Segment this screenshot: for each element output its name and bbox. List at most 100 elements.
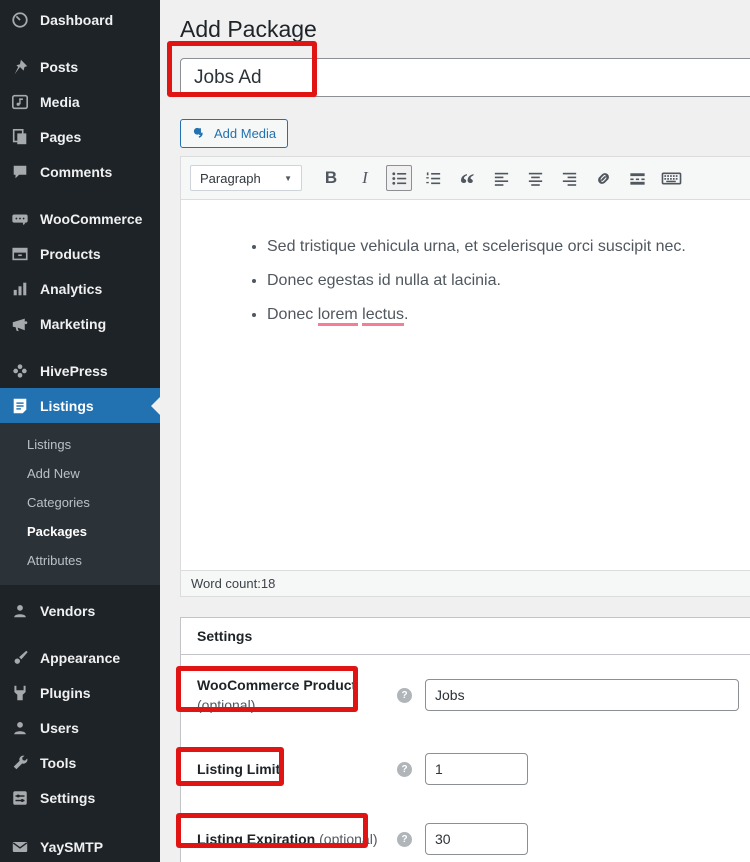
vendor-person-icon <box>10 601 30 621</box>
menu-separator <box>0 341 160 353</box>
pages-icon <box>10 127 30 147</box>
sidebar-item-label: Plugins <box>40 684 91 701</box>
misspelled-word: lorem <box>317 306 358 326</box>
bold-button[interactable]: B <box>318 165 344 191</box>
sidebar-item-dashboard[interactable]: Dashboard <box>0 2 160 37</box>
woocommerce-product-input[interactable] <box>425 679 739 711</box>
sidebar-item-label: Comments <box>40 163 113 180</box>
sidebar-item-pages[interactable]: Pages <box>0 119 160 154</box>
listing-limit-input[interactable] <box>425 753 528 785</box>
ordered-list-icon <box>424 169 443 188</box>
sidebar-item-comments[interactable]: Comments <box>0 154 160 189</box>
page-title: Add Package <box>180 16 317 42</box>
pin-icon <box>10 57 30 77</box>
listing-expiration-input[interactable] <box>425 823 528 855</box>
sidebar-item-tools[interactable]: Tools <box>0 745 160 780</box>
sidebar-item-label: Settings <box>40 789 96 806</box>
align-left-button[interactable] <box>488 165 514 191</box>
optional-hint: (optional) <box>197 697 256 713</box>
brush-icon <box>10 648 30 668</box>
list-item: Sed tristique vehicula urna, et sceleris… <box>267 236 735 258</box>
word-count-value: 18 <box>260 576 276 591</box>
help-icon[interactable]: ? <box>397 761 412 777</box>
sidebar-item-hivepress[interactable]: HivePress <box>0 353 160 388</box>
list-item: Donec egestas id nulla at lacinia. <box>267 270 735 292</box>
plug-icon <box>10 683 30 703</box>
envelope-icon <box>10 837 30 857</box>
add-media-button[interactable]: Add Media <box>180 119 289 148</box>
help-icon[interactable]: ? <box>397 831 412 847</box>
italic-button[interactable]: I <box>352 165 378 191</box>
editor-content-area[interactable]: Sed tristique vehicula urna, et sceleris… <box>181 200 750 570</box>
user-icon <box>10 718 30 738</box>
bullet-list-button[interactable] <box>386 165 412 191</box>
sidebar-item-users[interactable]: Users <box>0 710 160 745</box>
menu-spacer <box>0 815 160 829</box>
toolbar-toggle-button[interactable] <box>658 165 684 191</box>
read-more-tag-button[interactable] <box>624 165 650 191</box>
add-media-icon <box>192 126 207 141</box>
menu-separator <box>0 37 160 49</box>
megaphone-icon <box>10 314 30 334</box>
submenu-item-attributes[interactable]: Attributes <box>0 546 160 575</box>
sidebar-item-media[interactable]: Media <box>0 84 160 119</box>
keyboard-icon <box>661 169 682 188</box>
listing-limit-label: Listing Limit <box>197 761 281 777</box>
main-content: Add Package Add Media Paragraph ▼ B I <box>160 0 750 862</box>
sidebar-item-woocommerce[interactable]: WooCommerce <box>0 201 160 236</box>
sidebar-item-label: Users <box>40 719 79 736</box>
dashboard-icon <box>10 10 30 30</box>
field-row-listing-expiration: Listing Expiration (optional) ? <box>197 823 739 855</box>
sidebar-item-plugins[interactable]: Plugins <box>0 675 160 710</box>
listing-expiration-label: Listing Expiration (optional) <box>197 831 378 847</box>
wrench-icon <box>10 753 30 773</box>
align-left-icon <box>492 169 511 188</box>
help-icon[interactable]: ? <box>397 687 412 703</box>
paragraph-style-select[interactable]: Paragraph ▼ <box>190 165 302 191</box>
sidebar-item-label: Tools <box>40 754 77 771</box>
sidebar-item-label: Dashboard <box>40 11 114 28</box>
submenu-item-add-new[interactable]: Add New <box>0 459 160 488</box>
woocommerce-icon <box>10 209 30 229</box>
sidebar-item-label: Marketing <box>40 315 107 332</box>
sidebar-item-label: Analytics <box>40 280 103 297</box>
settings-metabox: Settings WooCommerce Product (optional) … <box>180 617 750 862</box>
editor-status-bar: Word count: 18 <box>181 570 750 596</box>
align-right-button[interactable] <box>556 165 582 191</box>
sidebar-item-products[interactable]: Products <box>0 236 160 271</box>
insert-link-button[interactable] <box>590 165 616 191</box>
ordered-list-button[interactable] <box>420 165 446 191</box>
read-more-icon <box>628 169 647 188</box>
sidebar-item-marketing[interactable]: Marketing <box>0 306 160 341</box>
align-right-icon <box>560 169 579 188</box>
link-icon <box>594 169 613 188</box>
settings-title: Settings <box>197 628 253 644</box>
optional-hint: (optional) <box>319 831 378 847</box>
submenu-item-categories[interactable]: Categories <box>0 488 160 517</box>
settings-metabox-header[interactable]: Settings <box>181 618 750 655</box>
sidebar-item-label: WooCommerce <box>40 210 143 227</box>
blockquote-button[interactable]: “ <box>454 165 480 200</box>
comment-bubble-icon <box>10 162 30 182</box>
submenu-item-packages[interactable]: Packages <box>0 517 160 546</box>
sidebar-item-listings[interactable]: Listings <box>0 388 160 423</box>
sidebar-item-appearance[interactable]: Appearance <box>0 640 160 675</box>
editor-bullet-list: Sed tristique vehicula urna, et sceleris… <box>181 236 735 326</box>
sidebar-item-settings[interactable]: Settings <box>0 780 160 815</box>
sidebar-item-yaysmtp[interactable]: YaySMTP <box>0 829 160 862</box>
sidebar-item-vendors[interactable]: Vendors <box>0 593 160 628</box>
media-icon <box>10 92 30 112</box>
menu-spacer <box>0 585 160 593</box>
package-title-input[interactable] <box>180 58 750 97</box>
sidebar-item-posts[interactable]: Posts <box>0 49 160 84</box>
align-center-icon <box>526 169 545 188</box>
add-media-label: Add Media <box>214 126 277 141</box>
sidebar-item-label: Media <box>40 93 80 110</box>
align-center-button[interactable] <box>522 165 548 191</box>
bullet-list-icon <box>390 169 409 188</box>
chevron-down-icon: ▼ <box>284 173 292 183</box>
field-row-woocommerce-product: WooCommerce Product (optional) ? <box>197 675 739 715</box>
submenu-item-listings[interactable]: Listings <box>0 430 160 459</box>
sidebar-item-analytics[interactable]: Analytics <box>0 271 160 306</box>
settings-sliders-icon <box>10 788 30 808</box>
